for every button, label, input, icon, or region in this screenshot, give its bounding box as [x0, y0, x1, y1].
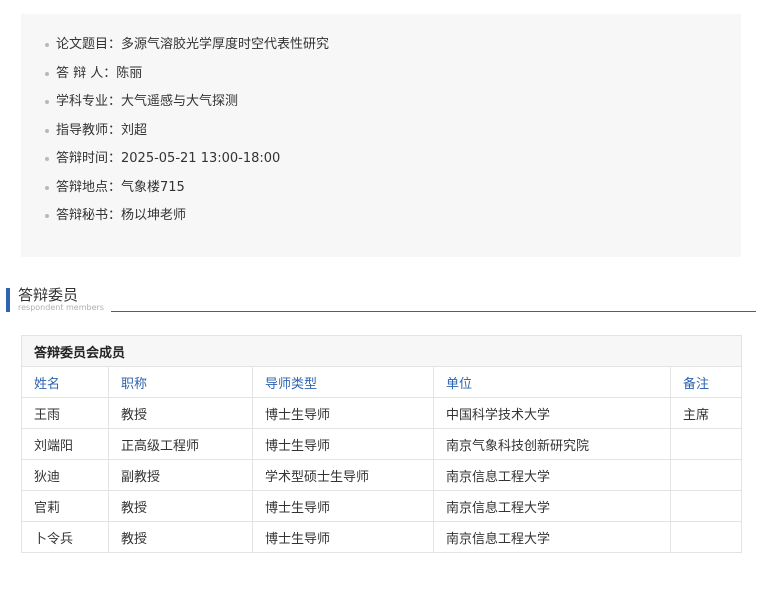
bullet-dot-icon	[45, 185, 49, 190]
info-value: 杨以坤老师	[121, 208, 187, 223]
info-value: 2025-05-21 13:00-18:00	[121, 151, 281, 166]
bullet-dot-icon	[45, 128, 49, 133]
table-row: 官莉 教授 博士生导师 南京信息工程大学	[21, 490, 743, 522]
cell-advisor-type: 博士生导师	[252, 490, 434, 522]
info-label: 答辩秘书：	[56, 208, 122, 223]
bullet-dot-icon	[45, 43, 49, 47]
info-label: 指导教师：	[56, 122, 122, 138]
info-value: 气象楼715	[121, 179, 185, 195]
committee-members-table: 答辩委员会成员 姓名 职称 导师类型 单位 备注 王雨 教授 博士生导师 中国科…	[20, 335, 743, 553]
cell-name: 官莉	[21, 490, 109, 522]
table-header-row: 姓名 职称 导师类型 单位 备注	[21, 366, 743, 398]
info-item-major: 学科专业： 大气遥感与大气探测	[45, 93, 741, 122]
cell-organization: 南京信息工程大学	[433, 459, 671, 491]
section-subtitle: respondent members	[18, 303, 104, 312]
cell-advisor-type: 学术型硕士生导师	[252, 459, 434, 491]
info-label: 学科专业：	[56, 94, 122, 109]
section-title: 答辩委员	[18, 286, 79, 304]
bullet-dot-icon	[45, 157, 49, 161]
table-caption: 答辩委员会成员	[20, 335, 743, 367]
cell-remark: 主席	[669, 397, 743, 429]
cell-advisor-type: 博士生导师	[252, 521, 434, 553]
cell-name: 卜令兵	[21, 521, 109, 553]
cell-organization: 南京信息工程大学	[433, 490, 671, 522]
info-item-advisor: 指导教师： 刘超	[45, 122, 741, 151]
table-row: 卜令兵 教授 博士生导师 南京信息工程大学	[21, 521, 743, 553]
cell-name: 狄迪	[21, 459, 109, 491]
column-header-advisor-type: 导师类型	[252, 366, 434, 398]
section-accent-bar	[6, 288, 10, 312]
info-item-defense-time: 答辩时间： 2025-05-21 13:00-18:00	[45, 150, 741, 179]
cell-title: 教授	[108, 397, 253, 429]
column-header-organization: 单位	[433, 366, 671, 398]
cell-advisor-type: 博士生导师	[252, 428, 434, 460]
cell-advisor-type: 博士生导师	[252, 397, 434, 429]
cell-remark	[669, 428, 743, 460]
info-item-thesis-title: 论文题目： 多源气溶胶光学厚度时空代表性研究	[45, 36, 741, 65]
section-header-committee: 答辩委员 respondent members	[6, 286, 756, 314]
cell-remark	[669, 490, 743, 522]
cell-title: 教授	[108, 490, 253, 522]
table-row: 狄迪 副教授 学术型硕士生导师 南京信息工程大学	[21, 459, 743, 491]
cell-title: 正高级工程师	[108, 428, 253, 460]
info-label: 答辩时间：	[56, 151, 122, 166]
cell-remark	[669, 521, 743, 553]
cell-name: 刘端阳	[21, 428, 109, 460]
cell-organization: 中国科学技术大学	[433, 397, 671, 429]
column-header-name: 姓名	[21, 366, 109, 398]
bullet-dot-icon	[45, 214, 49, 218]
cell-organization: 南京信息工程大学	[433, 521, 671, 553]
bullet-dot-icon	[45, 71, 49, 76]
cell-organization: 南京气象科技创新研究院	[433, 428, 671, 460]
section-divider	[111, 311, 756, 312]
cell-remark	[669, 459, 743, 491]
info-item-defense-location: 答辩地点： 气象楼715	[45, 179, 741, 208]
bullet-dot-icon	[45, 100, 49, 104]
table-row: 刘端阳 正高级工程师 博士生导师 南京气象科技创新研究院	[21, 428, 743, 460]
info-item-secretary: 答辩秘书： 杨以坤老师	[45, 207, 741, 236]
info-label: 论文题目：	[56, 37, 122, 52]
info-label: 答辩地点：	[56, 179, 122, 195]
info-item-respondent: 答 辩 人： 陈丽	[45, 65, 741, 94]
info-value: 陈丽	[116, 65, 143, 81]
info-value: 多源气溶胶光学厚度时空代表性研究	[121, 37, 330, 52]
cell-title: 副教授	[108, 459, 253, 491]
table-caption-row: 答辩委员会成员	[20, 335, 743, 367]
defense-info-panel: 论文题目： 多源气溶胶光学厚度时空代表性研究 答 辩 人： 陈丽 学科专业： 大气遥感…	[21, 14, 741, 257]
defense-info-list: 论文题目： 多源气溶胶光学厚度时空代表性研究 答 辩 人： 陈丽 学科专业： 大气遥感…	[21, 36, 741, 236]
cell-name: 王雨	[21, 397, 109, 429]
column-header-title: 职称	[108, 366, 253, 398]
info-value: 刘超	[121, 122, 148, 138]
info-value: 大气遥感与大气探测	[121, 94, 239, 109]
table-row: 王雨 教授 博士生导师 中国科学技术大学 主席	[21, 397, 743, 429]
info-label: 答 辩 人：	[56, 65, 117, 81]
cell-title: 教授	[108, 521, 253, 553]
column-header-remark: 备注	[669, 366, 743, 398]
